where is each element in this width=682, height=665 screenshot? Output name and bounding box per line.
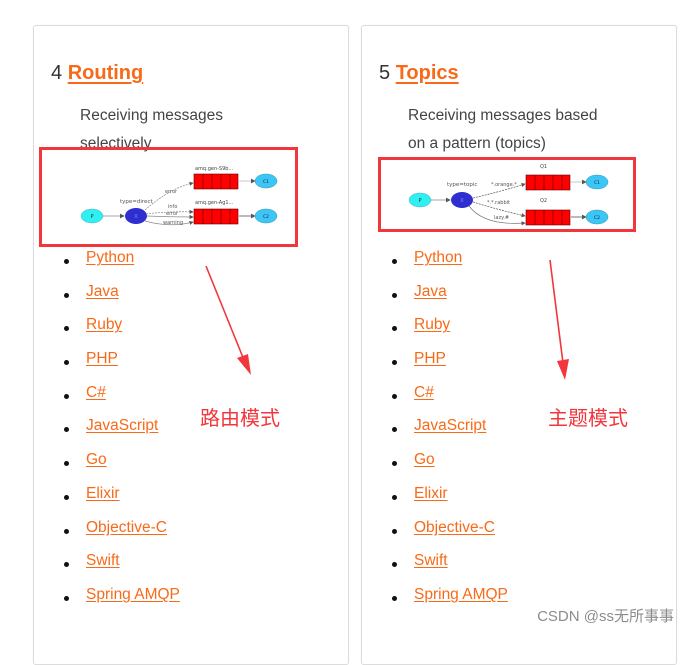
language-link-spring-amqp[interactable]: Spring AMQP [86,586,180,604]
language-link-spring-amqp[interactable]: Spring AMQP [414,586,508,604]
language-link-java[interactable]: Java [86,283,119,301]
language-link-javascript[interactable]: JavaScript [414,417,486,435]
language-link-csharp[interactable]: C# [414,384,434,402]
language-link-php[interactable]: PHP [86,350,118,368]
tutorial-card-routing: 4 Routing Receiving messages selectively… [33,25,349,665]
language-link-go[interactable]: Go [86,451,107,469]
language-link-swift[interactable]: Swift [414,552,448,570]
language-link-elixir[interactable]: Elixir [414,485,448,503]
language-link-ruby[interactable]: Ruby [86,316,122,334]
language-link-php[interactable]: PHP [414,350,446,368]
language-link-objective-c[interactable]: Objective-C [414,519,495,537]
language-link-objective-c[interactable]: Objective-C [86,519,167,537]
csdn-watermark: CSDN @ss无所事事 [537,608,674,625]
language-link-swift[interactable]: Swift [86,552,120,570]
language-link-csharp[interactable]: C# [86,384,106,402]
topics-title-link[interactable]: Topics [396,62,459,84]
annotation-arrow-icon [549,259,569,380]
routing-title-link[interactable]: Routing [68,62,144,84]
language-link-javascript[interactable]: JavaScript [86,417,158,435]
tutorial-number: 5 [379,62,391,84]
language-link-ruby[interactable]: Ruby [414,316,450,334]
language-link-go[interactable]: Go [414,451,435,469]
topics-mode-annotation: 主题模式 [548,406,628,430]
highlight-box [39,147,298,247]
card-title: 4 Routing [51,62,143,85]
card-title: 5 Topics [379,62,459,85]
card-description: Receiving messages based on a pattern (t… [408,107,598,152]
language-link-java[interactable]: Java [414,283,447,301]
tutorial-card-topics: 5 Topics Receiving messages based on a p… [361,25,677,665]
language-link-python[interactable]: Python [86,249,134,267]
annotation-arrow-icon [205,265,251,375]
language-link-elixir[interactable]: Elixir [86,485,120,503]
language-link-python[interactable]: Python [414,249,462,267]
highlight-box [378,157,636,232]
tutorial-number: 4 [51,62,63,84]
routing-mode-annotation: 路由模式 [200,406,280,430]
